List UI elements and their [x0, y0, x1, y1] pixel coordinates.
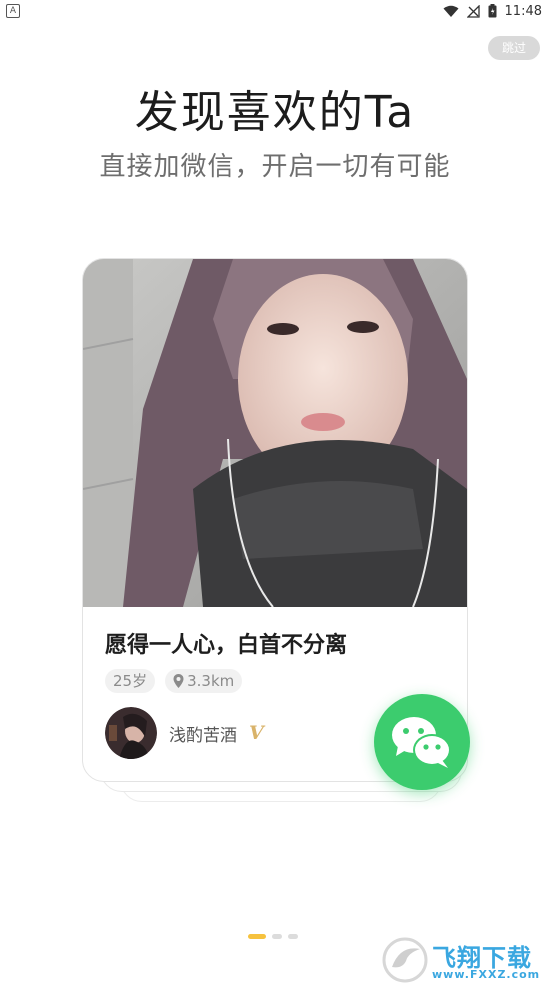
age-label: 25岁	[113, 672, 148, 690]
page-subtitle: 直接加微信，开启一切有可能	[99, 152, 451, 182]
page-dot	[272, 934, 282, 939]
notification-icon: A	[6, 4, 20, 18]
wechat-icon	[392, 717, 451, 768]
skip-button[interactable]: 跳过	[488, 36, 540, 60]
distance-label: 3.3km	[187, 672, 235, 690]
vip-badge-icon: V	[249, 722, 264, 744]
card-quote: 愿得一人心，白首不分离	[105, 633, 348, 658]
clock: 11:48	[504, 3, 542, 19]
page-dot	[288, 934, 298, 939]
signal-off-icon	[466, 4, 480, 18]
watermark-url: www.FXXZ.com	[432, 968, 541, 981]
wifi-icon	[443, 5, 459, 17]
age-tag: 25岁	[105, 669, 156, 693]
page-indicator	[248, 934, 298, 939]
avatar[interactable]	[105, 707, 157, 759]
username: 浅酌苦酒	[169, 725, 237, 746]
battery-icon	[488, 4, 497, 18]
status-bar: A 11:48	[0, 0, 550, 22]
watermark: 飞翔下载 www.FXXZ.com	[382, 934, 542, 986]
wechat-add-button[interactable]	[374, 694, 470, 790]
page-dot-active	[248, 934, 266, 939]
profile-photo	[83, 259, 467, 607]
watermark-logo-icon	[382, 937, 428, 983]
distance-tag: 3.3km	[165, 669, 243, 693]
page-title: 发现喜欢的Ta	[134, 87, 416, 138]
location-pin-icon	[173, 674, 184, 688]
